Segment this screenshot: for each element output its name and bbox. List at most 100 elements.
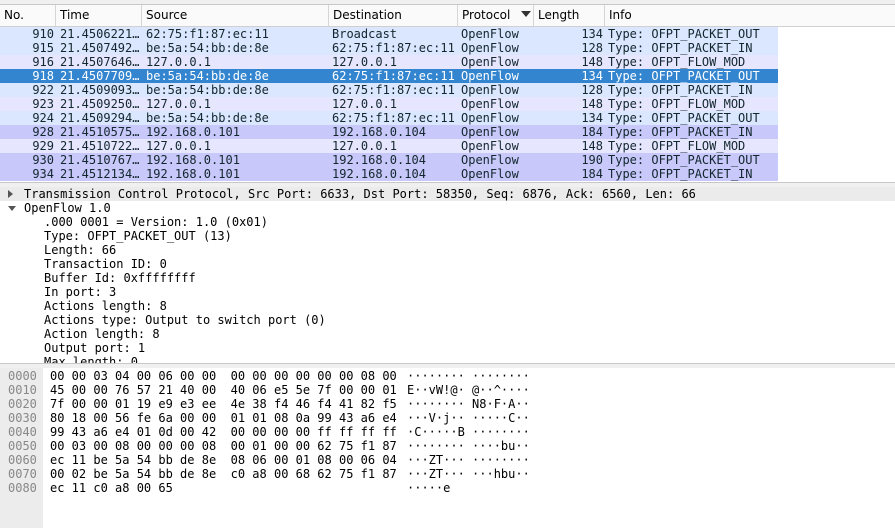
detail-tree-item[interactable]: Actions type: Output to switch port (0) — [0, 313, 895, 327]
byte-ascii[interactable]: ···V·j·· ·····C·· — [407, 411, 530, 425]
byte-ascii[interactable]: ········ ········ — [407, 369, 530, 383]
column-header-source[interactable]: Source — [142, 5, 329, 26]
byte-hex[interactable]: ec 11 c0 a8 00 65 — [50, 481, 173, 495]
packet-no: 934 — [32, 167, 54, 181]
packet-protocol: OpenFlow — [461, 125, 519, 139]
byte-ascii[interactable]: ·C·····B ········ — [407, 425, 530, 439]
packet-row[interactable]: 934 21.4512134… 192.168.0.101 192.168.0.104… — [0, 167, 778, 181]
detail-tree-item[interactable]: Actions length: 8 — [0, 299, 895, 313]
byte-hex[interactable]: ec 11 be 5a 54 bb de 8e 08 06 00 01 08 0… — [50, 453, 397, 467]
packet-row[interactable]: 929 21.4510722… 127.0.0.1 127.0.0.1 OpenFlow… — [0, 139, 778, 153]
packet-details-pane[interactable]: Transmission Control Protocol, Src Port:… — [0, 187, 895, 363]
packet-destination: 62:75:f1:87:ec:11 — [332, 69, 455, 83]
column-header-time[interactable]: Time — [56, 5, 142, 26]
byte-offset: 0050 — [8, 439, 37, 453]
packet-time: 21.4506221… — [60, 27, 140, 41]
packet-time: 21.4510722… — [60, 139, 140, 153]
packet-destination: 192.168.0.104 — [332, 167, 426, 181]
packet-length: 134 — [581, 27, 603, 41]
packet-protocol: OpenFlow — [461, 69, 519, 83]
packet-list-header: No. Time Source Destination Protocol Len… — [0, 5, 895, 27]
byte-hex[interactable]: 80 18 00 56 fe 6a 00 00 01 01 08 0a 99 4… — [50, 411, 397, 425]
detail-tree-item[interactable]: Output port: 1 — [0, 341, 895, 355]
detail-tree-item[interactable]: In port: 3 — [0, 285, 895, 299]
byte-ascii[interactable]: ·····e — [407, 481, 450, 495]
detail-text: Transaction ID: 0 — [44, 257, 167, 271]
packet-protocol: OpenFlow — [461, 55, 519, 69]
packet-source: 127.0.0.1 — [146, 97, 212, 111]
column-header-length[interactable]: Length — [534, 5, 605, 26]
packet-source: be:5a:54:bb:de:8e — [146, 83, 269, 97]
packet-destination: 62:75:f1:87:ec:11 — [332, 111, 455, 125]
byte-ascii[interactable]: E··vW!@· @··^···· — [407, 383, 530, 397]
packet-row[interactable]: 915 21.4507492… be:5a:54:bb:de:8e 62:75:f1:… — [0, 41, 778, 55]
packet-destination: 127.0.0.1 — [332, 55, 398, 69]
packet-destination: 127.0.0.1 — [332, 139, 398, 153]
packet-row[interactable]: 922 21.4509093… be:5a:54:bb:de:8e 62:75:f1:… — [0, 83, 778, 97]
packet-length: 190 — [581, 153, 603, 167]
byte-ascii[interactable]: ···ZT··· ···hbu·· — [407, 467, 530, 481]
byte-offset: 0030 — [8, 411, 37, 425]
packet-no: 915 — [32, 41, 54, 55]
detail-tree-item[interactable]: Type: OFPT_PACKET_OUT (13) — [0, 229, 895, 243]
detail-text: Actions length: 8 — [44, 299, 167, 313]
packet-row[interactable]: 910 21.4506221… 62:75:f1:87:ec:11 Broadcast… — [0, 27, 778, 41]
byte-hex[interactable]: 00 00 03 04 00 06 00 00 00 00 00 00 00 0… — [50, 369, 397, 383]
packet-row[interactable]: 930 21.4510767… 192.168.0.101 192.168.0.104… — [0, 153, 778, 167]
detail-tree-item[interactable]: Max length: 0 — [0, 355, 895, 363]
packet-info: Type: OFPT_FLOW_MOD — [608, 97, 746, 111]
packet-bytes-pane[interactable]: 0000 00 00 03 04 00 06 00 00 00 00 00 00 … — [0, 368, 895, 528]
expand-arrow-icon[interactable] — [8, 190, 13, 198]
byte-ascii[interactable]: ········ N8·F·A·· — [407, 397, 530, 411]
packet-row[interactable]: 928 21.4510575… 192.168.0.101 192.168.0.104… — [0, 125, 778, 139]
packet-source: 192.168.0.101 — [146, 153, 240, 167]
packet-protocol: OpenFlow — [461, 153, 519, 167]
packet-protocol: OpenFlow — [461, 83, 519, 97]
byte-ascii[interactable]: ···ZT··· ········ — [407, 453, 530, 467]
packet-row[interactable]: 923 21.4509250… 127.0.0.1 127.0.0.1 OpenFlow… — [0, 97, 778, 111]
packet-length: 128 — [581, 83, 603, 97]
column-header-no[interactable]: No. — [0, 5, 56, 26]
byte-offset: 0070 — [8, 467, 37, 481]
packet-source: 192.168.0.101 — [146, 167, 240, 181]
byte-offset: 0010 — [8, 383, 37, 397]
packet-info: Type: OFPT_FLOW_MOD — [608, 139, 746, 153]
sort-descending-icon[interactable] — [521, 11, 531, 17]
packet-row[interactable]: 924 21.4509294… be:5a:54:bb:de:8e 62:75:f1:… — [0, 111, 778, 125]
packet-no: 922 — [32, 83, 54, 97]
byte-hex[interactable]: 7f 00 00 01 19 e9 e3 ee 4e 38 f4 46 f4 4… — [50, 397, 397, 411]
packet-info: Type: OFPT_PACKET_IN — [608, 167, 753, 181]
packet-no: 923 — [32, 97, 54, 111]
detail-tree-item[interactable]: Action length: 8 — [0, 327, 895, 341]
packet-source: be:5a:54:bb:de:8e — [146, 41, 269, 55]
packet-no: 928 — [32, 125, 54, 139]
packet-list[interactable]: No. Time Source Destination Protocol Len… — [0, 5, 895, 183]
packet-row[interactable]: 916 21.4507646… 127.0.0.1 127.0.0.1 OpenFlow… — [0, 55, 778, 69]
detail-tree-item[interactable]: .000 0001 = Version: 1.0 (0x01) — [0, 215, 895, 229]
byte-hex[interactable]: 45 00 00 76 57 21 40 00 40 06 e5 5e 7f 0… — [50, 383, 397, 397]
packet-destination: 62:75:f1:87:ec:11 — [332, 83, 455, 97]
packet-no: 929 — [32, 139, 54, 153]
detail-tree-item[interactable]: OpenFlow 1.0 — [0, 201, 895, 215]
byte-hex[interactable]: 00 02 be 5a 54 bb de 8e c0 a8 00 68 62 7… — [50, 467, 397, 481]
packet-source: 127.0.0.1 — [146, 139, 212, 153]
packet-time: 21.4510767… — [60, 153, 140, 167]
packet-length: 148 — [581, 97, 603, 111]
detail-tree-item[interactable]: Transmission Control Protocol, Src Port:… — [0, 187, 895, 201]
column-header-info[interactable]: Info — [605, 5, 895, 26]
detail-tree-item[interactable]: Transaction ID: 0 — [0, 257, 895, 271]
detail-tree-item[interactable]: Buffer Id: 0xffffffff — [0, 271, 895, 285]
byte-hex[interactable]: 00 03 00 08 00 00 00 08 00 01 00 00 62 7… — [50, 439, 397, 453]
byte-offset: 0060 — [8, 453, 37, 467]
packet-row-selected[interactable]: 918 21.4507709… be:5a:54:bb:de:8e 62:75:f1:… — [0, 69, 778, 83]
collapse-arrow-icon[interactable] — [8, 206, 16, 211]
byte-ascii[interactable]: ········ ····bu·· — [407, 439, 530, 453]
packet-time: 21.4507709… — [60, 69, 140, 83]
packet-source: be:5a:54:bb:de:8e — [146, 111, 269, 125]
column-header-destination[interactable]: Destination — [329, 5, 458, 26]
detail-text: Actions type: Output to switch port (0) — [44, 313, 326, 327]
detail-tree-item[interactable]: Length: 66 — [0, 243, 895, 257]
byte-hex[interactable]: 99 43 a6 e4 01 0d 00 42 00 00 00 00 ff f… — [50, 425, 397, 439]
packet-time: 21.4507492… — [60, 41, 140, 55]
packet-source: be:5a:54:bb:de:8e — [146, 69, 269, 83]
